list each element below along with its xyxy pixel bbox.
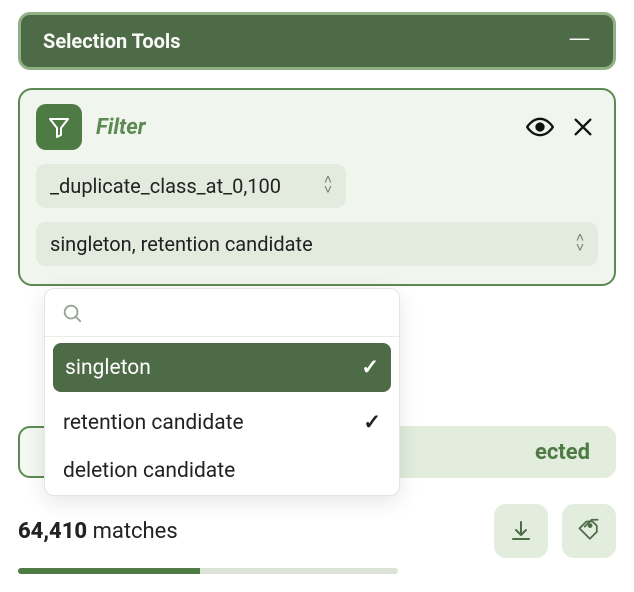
filter-head: Filter	[36, 104, 598, 150]
download-icon	[509, 519, 533, 543]
remove-filter-button[interactable]	[572, 116, 594, 138]
dropdown-option[interactable]: deletion candidate	[45, 447, 399, 495]
close-icon	[572, 116, 594, 138]
dropdown-search-input[interactable]	[93, 301, 383, 324]
eye-icon	[526, 113, 554, 141]
matches-progress-fill	[18, 568, 200, 574]
visibility-toggle[interactable]	[526, 113, 554, 141]
filter-field-value: _duplicate_class_at_0,100	[50, 174, 281, 198]
filter-values-value: singleton, retention candidate	[50, 232, 313, 256]
download-button[interactable]	[494, 504, 548, 558]
filter-values-select[interactable]: singleton, retention candidate ˄˅	[36, 222, 598, 266]
filter-head-icons	[526, 113, 594, 141]
filter-card: Filter _duplicate_class_at_0,100 ˄˅ sing…	[18, 88, 616, 286]
matches-count: 64,410	[18, 519, 87, 544]
tag-button[interactable]	[562, 504, 616, 558]
filter-values-dropdown: singleton ✓ retention candidate ✓ deletion c…	[44, 288, 400, 496]
funnel-icon	[47, 115, 71, 139]
filter-label: Filter	[96, 115, 512, 140]
filter-field-select[interactable]: _duplicate_class_at_0,100 ˄˅	[36, 164, 346, 208]
check-icon: ✓	[361, 355, 379, 380]
selection-tools-header[interactable]: Selection Tools —	[18, 12, 616, 70]
matches-text: 64,410 matches	[18, 519, 480, 544]
collapse-icon[interactable]: —	[568, 26, 591, 56]
header-title: Selection Tools	[43, 29, 181, 53]
matches-progress	[18, 568, 398, 574]
selected-pill-label: ected	[535, 440, 590, 465]
dropdown-option[interactable]: singleton ✓	[53, 343, 391, 392]
dropdown-option-label: deletion candidate	[63, 459, 235, 483]
dropdown-search-row	[45, 289, 399, 337]
matches-label: matches	[93, 519, 178, 544]
dropdown-option[interactable]: retention candidate ✓	[45, 398, 399, 447]
search-icon	[61, 302, 83, 324]
chevron-updown-icon: ˄˅	[324, 176, 332, 196]
filter-type-button[interactable]	[36, 104, 82, 150]
dropdown-option-label: singleton	[65, 356, 151, 380]
dropdown-option-label: retention candidate	[63, 411, 244, 435]
check-icon: ✓	[363, 410, 381, 435]
tags-icon	[576, 518, 602, 544]
chevron-updown-icon: ˄˅	[576, 234, 584, 254]
matches-row: 64,410 matches	[18, 504, 616, 558]
